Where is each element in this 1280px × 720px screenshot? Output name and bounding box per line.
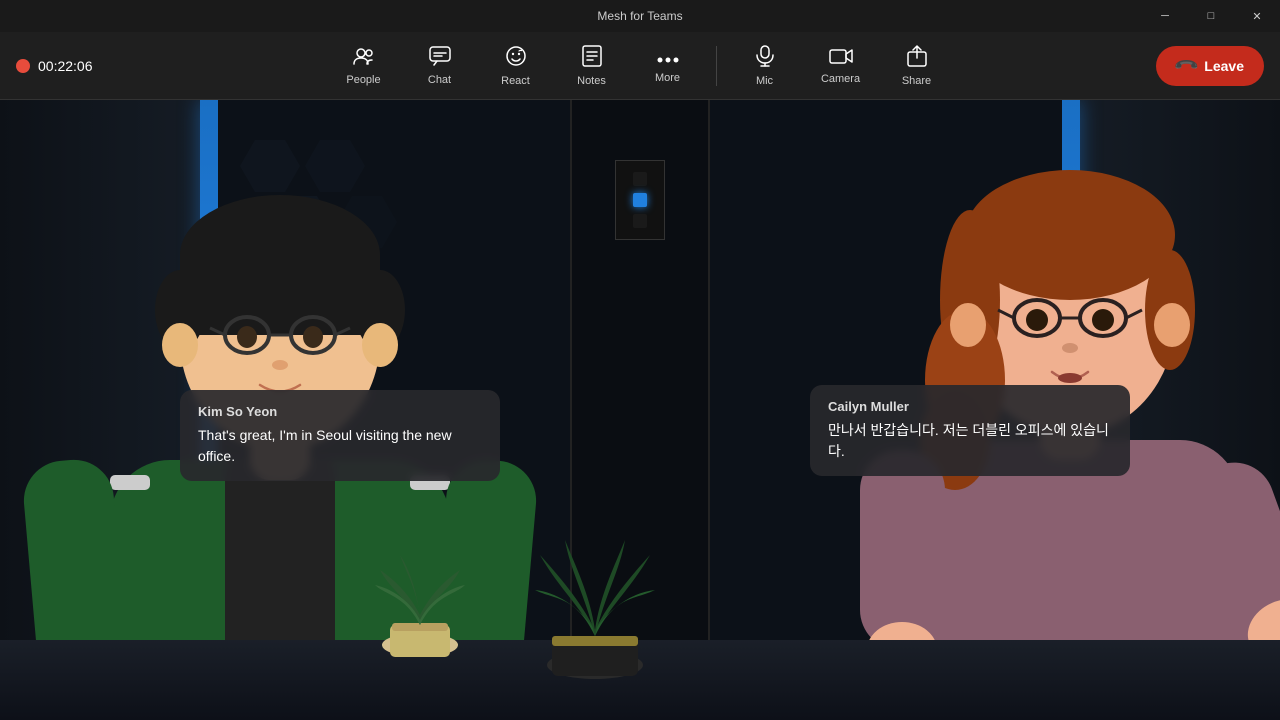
people-button[interactable]: People	[328, 36, 400, 96]
react-label: React	[501, 75, 530, 87]
toolbar-right: 📞 Leave	[1156, 46, 1264, 86]
speech-text-right: 만나서 반갑습니다. 저는 더블린 오피스에 있습니다.	[828, 420, 1112, 462]
camera-button[interactable]: Camera	[805, 36, 877, 96]
toolbar-center: People Chat	[328, 36, 953, 96]
light-dot-1	[633, 172, 647, 186]
camera-icon	[829, 47, 853, 69]
notes-icon	[582, 45, 602, 71]
toolbar-divider	[716, 46, 717, 86]
light-dot-blue	[633, 193, 647, 207]
light-dot-3	[633, 214, 647, 228]
share-button[interactable]: Share	[881, 36, 953, 96]
people-label: People	[346, 74, 380, 86]
more-button[interactable]: More	[632, 36, 704, 96]
mic-button[interactable]: Mic	[729, 36, 801, 96]
mic-label: Mic	[756, 75, 773, 87]
title-bar: Mesh for Teams ─ □ ✕	[0, 0, 1280, 32]
door-light-panel	[615, 160, 665, 240]
leave-label: Leave	[1204, 58, 1244, 74]
speech-bubble-right: Cailyn Muller 만나서 반갑습니다. 저는 더블린 오피스에 있습니…	[810, 385, 1130, 476]
phone-icon: 📞	[1172, 51, 1200, 79]
camera-label: Camera	[821, 73, 860, 85]
chat-label: Chat	[428, 74, 451, 86]
more-icon	[657, 48, 679, 68]
app-title: Mesh for Teams	[597, 9, 682, 23]
notes-label: Notes	[577, 75, 606, 87]
speaker-name-right: Cailyn Muller	[828, 399, 1112, 414]
scene: Kim So Yeon That's great, I'm in Seoul v…	[0, 100, 1280, 720]
window-controls: ─ □ ✕	[1142, 0, 1280, 32]
chat-icon	[429, 46, 451, 70]
people-icon	[353, 46, 375, 70]
plant-left	[370, 540, 470, 670]
maximize-button[interactable]: □	[1188, 0, 1234, 32]
mic-icon	[756, 45, 774, 71]
share-icon	[907, 45, 927, 71]
notes-button[interactable]: Notes	[556, 36, 628, 96]
more-label: More	[655, 72, 680, 84]
share-label: Share	[902, 75, 931, 87]
react-icon	[505, 45, 527, 71]
recording-indicator: 00:22:06	[16, 58, 93, 74]
speaker-name-left: Kim So Yeon	[198, 404, 482, 419]
toolbar: 00:22:06 People	[0, 32, 1280, 100]
minimize-button[interactable]: ─	[1142, 0, 1188, 32]
react-button[interactable]: React	[480, 36, 552, 96]
speech-bubble-left: Kim So Yeon That's great, I'm in Seoul v…	[180, 390, 500, 481]
recording-time: 00:22:06	[38, 58, 93, 74]
speech-text-left: That's great, I'm in Seoul visiting the …	[198, 425, 482, 467]
plant-right	[530, 530, 660, 690]
close-button[interactable]: ✕	[1234, 0, 1280, 32]
chat-button[interactable]: Chat	[404, 36, 476, 96]
leave-button[interactable]: 📞 Leave	[1156, 46, 1264, 86]
recording-dot	[16, 59, 30, 73]
